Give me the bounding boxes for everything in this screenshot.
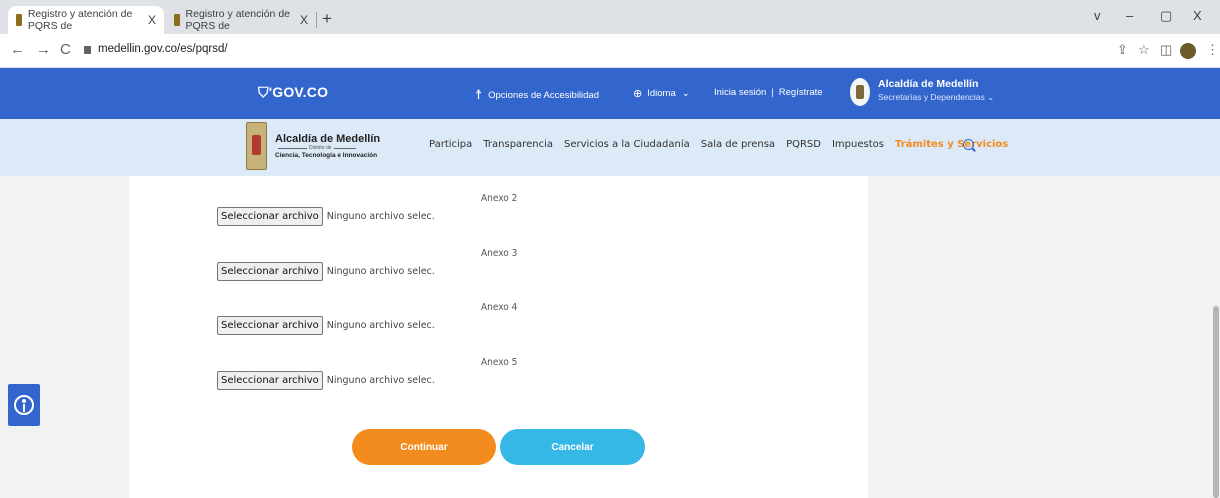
tab-close-icon[interactable]: X bbox=[148, 13, 156, 27]
search-icon[interactable] bbox=[963, 139, 974, 150]
share-icon[interactable]: ⇪ bbox=[1117, 42, 1128, 58]
url-text: medellin.gov.co/es/pqrsd/ bbox=[98, 43, 228, 55]
address-bar: ← → C medellin.gov.co/es/pqrsd/ ⇪ ☆ ◫ ⋮ bbox=[0, 34, 1220, 68]
page-scrollbar[interactable] bbox=[1213, 306, 1219, 498]
accessibility-icon bbox=[14, 395, 34, 415]
chevron-down-icon: ⌄ bbox=[681, 88, 690, 99]
tab-close-icon[interactable]: X bbox=[300, 13, 308, 27]
register-link[interactable]: Regístrate bbox=[779, 87, 823, 98]
accessibility-options-link[interactable]: ☨ Opciones de Accesibilidad bbox=[475, 87, 599, 103]
maximize-button[interactable]: ▢ bbox=[1160, 8, 1172, 24]
menu-item-impuestos[interactable]: Impuestos bbox=[832, 139, 884, 150]
main-menu: Participa Transparencia Servicios a la C… bbox=[429, 139, 1019, 150]
menu-item-transparencia[interactable]: Transparencia bbox=[483, 139, 553, 150]
coat-of-arms-logo[interactable] bbox=[246, 122, 267, 170]
login-link[interactable]: Inicia sesión bbox=[714, 87, 766, 98]
file-input-annex-4[interactable]: Seleccionar archivo Ninguno archivo sele… bbox=[217, 316, 435, 335]
close-window-button[interactable]: X bbox=[1193, 8, 1202, 23]
cancel-button[interactable]: Cancelar bbox=[500, 429, 645, 465]
brand-subtitle: Ciencia, Tecnología e Innovación bbox=[275, 152, 378, 159]
file-status: Ninguno archivo selec. bbox=[326, 266, 435, 277]
alcaldia-title[interactable]: Alcaldía de Medellín bbox=[878, 78, 978, 90]
menu-item-tramites-servicios[interactable]: Trámites y Servicios bbox=[895, 139, 1008, 150]
tab-search-icon[interactable]: v bbox=[1094, 8, 1101, 23]
annex-label: Anexo 5 bbox=[481, 357, 518, 368]
url-field[interactable]: medellin.gov.co/es/pqrsd/ bbox=[84, 43, 228, 55]
chevron-down-icon: ⌄ bbox=[987, 92, 995, 102]
browser-tab-1[interactable]: Registro y atención de PQRS de X bbox=[8, 6, 164, 34]
login-separator: | bbox=[771, 87, 774, 98]
site-favicon-icon bbox=[174, 14, 180, 26]
file-status: Ninguno archivo selec. bbox=[326, 375, 435, 386]
lock-icon bbox=[84, 46, 91, 54]
accessibility-widget-button[interactable] bbox=[8, 384, 40, 426]
accessibility-person-icon: ☨ bbox=[475, 87, 483, 102]
gov-bar: ⛉'GOV.CO ☨ Opciones de Accesibilidad ⊕ I… bbox=[0, 68, 1220, 119]
profile-avatar[interactable] bbox=[1180, 43, 1196, 59]
menu-icon[interactable]: ⋮ bbox=[1206, 42, 1219, 58]
file-input-annex-2[interactable]: Seleccionar archivo Ninguno archivo sele… bbox=[217, 207, 435, 226]
menu-item-sala-de-prensa[interactable]: Sala de prensa bbox=[701, 139, 775, 150]
file-input-annex-3[interactable]: Seleccionar archivo Ninguno archivo sele… bbox=[217, 262, 435, 281]
brand-title[interactable]: Alcaldía de Medellín bbox=[275, 133, 380, 145]
reload-icon[interactable]: C bbox=[60, 41, 71, 58]
select-file-button[interactable]: Seleccionar archivo bbox=[217, 262, 323, 281]
tab-title: Registro y atención de PQRS de bbox=[27, 8, 133, 32]
menu-item-pqrsd[interactable]: PQRSD bbox=[786, 139, 821, 150]
back-arrow-icon[interactable]: ← bbox=[10, 41, 25, 58]
star-icon[interactable]: ☆ bbox=[1138, 42, 1150, 58]
globe-icon: ⊕ bbox=[633, 88, 643, 100]
language-selector[interactable]: ⊕ Idioma ⌄ bbox=[633, 87, 690, 100]
annex-label: Anexo 4 bbox=[481, 302, 518, 313]
site-navigation: Alcaldía de Medellín Distrito de Ciencia… bbox=[0, 119, 1220, 176]
file-status: Ninguno archivo selec. bbox=[326, 320, 435, 331]
select-file-button[interactable]: Seleccionar archivo bbox=[217, 316, 323, 335]
login-links: Inicia sesión | Regístrate bbox=[714, 87, 823, 98]
select-file-button[interactable]: Seleccionar archivo bbox=[217, 371, 323, 390]
file-input-annex-5[interactable]: Seleccionar archivo Ninguno archivo sele… bbox=[217, 371, 435, 390]
govco-shield-icon: ⛉' bbox=[258, 84, 273, 100]
minimize-button[interactable]: – bbox=[1126, 8, 1133, 23]
select-file-button[interactable]: Seleccionar archivo bbox=[217, 207, 323, 226]
menu-item-servicios-ciudadania[interactable]: Servicios a la Ciudadanía bbox=[564, 139, 690, 150]
continue-button[interactable]: Continuar bbox=[352, 429, 496, 465]
browser-tabstrip: Registro y atención de PQRS de X Registr… bbox=[0, 0, 1220, 34]
annex-label: Anexo 2 bbox=[481, 193, 518, 204]
file-status: Ninguno archivo selec. bbox=[326, 211, 435, 222]
sidepanel-icon[interactable]: ◫ bbox=[1160, 42, 1172, 58]
browser-tab-2[interactable]: Registro y atención de PQRS de X bbox=[166, 6, 316, 34]
alcaldia-seal-icon bbox=[850, 78, 870, 106]
tab-separator bbox=[316, 12, 317, 28]
govco-logo[interactable]: ⛉'GOV.CO bbox=[258, 84, 328, 101]
brand-district: Distrito de bbox=[307, 145, 334, 151]
menu-item-participa[interactable]: Participa bbox=[429, 139, 472, 150]
new-tab-button[interactable]: + bbox=[322, 9, 332, 29]
annex-label: Anexo 3 bbox=[481, 248, 518, 259]
forward-arrow-icon[interactable]: → bbox=[36, 41, 51, 58]
dependencias-dropdown[interactable]: Secretarías y Dependencias ⌄ bbox=[878, 92, 994, 103]
site-favicon-icon bbox=[16, 14, 22, 26]
tab-title: Registro y atención de PQRS de bbox=[185, 8, 290, 32]
